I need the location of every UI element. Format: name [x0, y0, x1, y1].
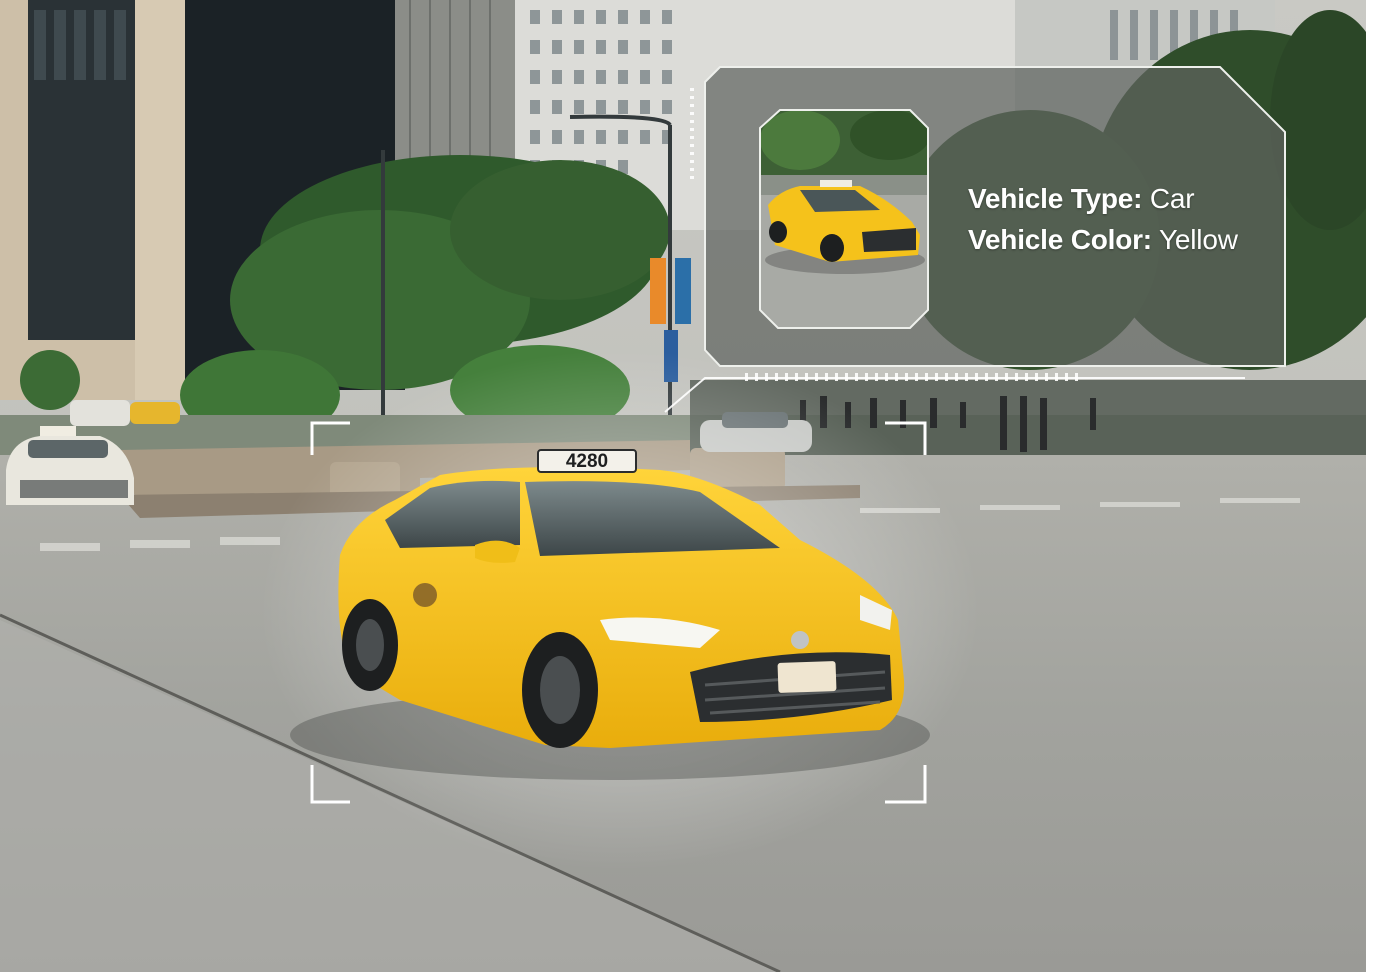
vehicle-attributes: Vehicle Type: Car Vehicle Color: Yellow [968, 178, 1238, 260]
taxi-roof-number: 4280 [566, 451, 608, 472]
detected-vehicle-thumbnail [760, 110, 928, 328]
street-photo: 4280 [0, 0, 1366, 972]
vehicle-color-line: Vehicle Color: Yellow [968, 219, 1238, 260]
vehicle-type-line: Vehicle Type: Car [968, 178, 1238, 219]
vehicle-type-value: Car [1149, 183, 1195, 214]
vehicle-type-label: Vehicle Type: [968, 183, 1143, 214]
vehicle-color-label: Vehicle Color: [968, 224, 1152, 255]
vehicle-detection-scene: 4280 Vehicle Type: Car Vehicle Color: Ye… [0, 0, 1381, 972]
vehicle-color-value: Yellow [1159, 224, 1238, 255]
